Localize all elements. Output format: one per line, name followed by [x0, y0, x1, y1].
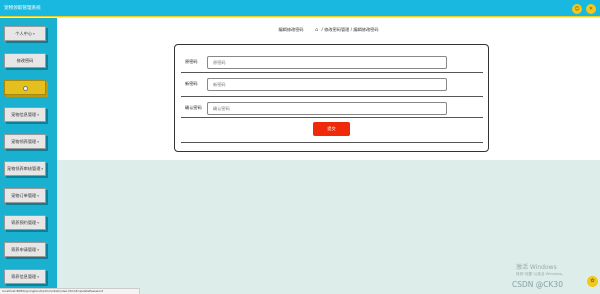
- new-password-label: 新密码: [185, 81, 198, 86]
- sidebar-item-label: 宠物订单管理: [11, 193, 37, 198]
- submit-button[interactable]: 提交: [313, 122, 350, 136]
- sidebar-item-label: 个人中心: [15, 31, 33, 36]
- sidebar-item-boarding-application[interactable]: 寄养申请管理▾: [4, 242, 46, 257]
- chevron-down-icon: ▾: [37, 275, 39, 279]
- confirm-password-label: 确认密码: [185, 105, 202, 110]
- divider: [181, 142, 483, 143]
- sidebar-item-boarding-booking[interactable]: 寄养预约管理▾: [4, 215, 46, 230]
- form-row-old-password: 原密码: [181, 51, 483, 73]
- page-title: 编辑修改密码: [278, 27, 304, 32]
- sidebar-item-active[interactable]: [4, 80, 46, 95]
- chevron-down-icon: ▾: [33, 32, 35, 36]
- mouse-cursor-icon: [22, 85, 28, 91]
- old-password-label: 原密码: [185, 59, 198, 64]
- home-icon[interactable]: ⌂: [315, 27, 318, 33]
- sidebar-item-label: 寄养申请管理: [11, 247, 37, 252]
- watermark-line1: 激活 Windows: [516, 264, 557, 271]
- float-menu-icon[interactable]: ✿: [587, 276, 598, 287]
- chevron-down-icon: ▾: [37, 140, 39, 144]
- sidebar-item-label: 修改密码: [16, 58, 34, 63]
- sidebar-item-label: 宠物信息管理: [11, 112, 37, 117]
- close-icon[interactable]: ✕: [586, 4, 596, 14]
- browser-status-bar: localhost:8080/springboot/admin/dist/ind…: [0, 288, 140, 294]
- top-header: 宠物领取管理系统 ☺ ✕: [0, 0, 600, 17]
- sidebar-item-label: 宠物领养审核管理: [6, 166, 41, 171]
- sidebar: 个人中心▾ 修改密码 宠物信息管理▾ 宠物领养管理▾ 宠物领养审核管理▾ 宠物订…: [0, 18, 57, 294]
- sidebar-item-pet-info[interactable]: 宠物信息管理▾: [4, 107, 46, 122]
- app-title: 宠物领取管理系统: [4, 6, 41, 11]
- sidebar-item-change-password[interactable]: 修改密码: [4, 53, 46, 68]
- sidebar-item-label: 寄养信息管理: [11, 274, 37, 279]
- sidebar-item-label: 宠物领养管理: [11, 139, 37, 144]
- chevron-down-icon: ▾: [41, 167, 44, 171]
- sidebar-item-boarding-info[interactable]: 寄养信息管理▾: [4, 269, 46, 284]
- form-row-new-password: 新密码: [181, 73, 483, 97]
- chevron-down-icon: ▾: [37, 194, 39, 198]
- breadcrumb: 编辑修改密码 ⌂ / 修改密码管理 / 编辑修改密码: [57, 27, 600, 33]
- new-password-input[interactable]: [207, 78, 447, 91]
- breadcrumb-trail[interactable]: / 修改密码管理 / 编辑修改密码: [321, 27, 378, 32]
- form-row-confirm-password: 确认密码: [181, 97, 483, 118]
- csdn-watermark: CSDN @CK30: [512, 280, 563, 289]
- windows-activation-watermark: 激活 Windows 转到"设置"以激活 Windows。: [516, 264, 565, 278]
- old-password-input[interactable]: [207, 56, 447, 69]
- chevron-down-icon: ▾: [37, 113, 39, 117]
- sidebar-item-personal-center[interactable]: 个人中心▾: [4, 26, 46, 41]
- confirm-password-input[interactable]: [207, 102, 447, 115]
- sidebar-item-label: 寄养预约管理: [11, 220, 37, 225]
- sidebar-item-pet-orders[interactable]: 宠物订单管理▾: [4, 188, 46, 203]
- watermark-line2: 转到"设置"以激活 Windows。: [516, 272, 566, 276]
- chevron-down-icon: ▾: [37, 248, 39, 252]
- sidebar-item-adoption-review[interactable]: 宠物领养审核管理▾: [4, 161, 46, 176]
- person-icon[interactable]: ☺: [572, 4, 582, 14]
- chevron-down-icon: ▾: [37, 221, 39, 225]
- sidebar-item-pet-adoption[interactable]: 宠物领养管理▾: [4, 134, 46, 149]
- password-form: 原密码 新密码 确认密码 提交: [174, 44, 489, 152]
